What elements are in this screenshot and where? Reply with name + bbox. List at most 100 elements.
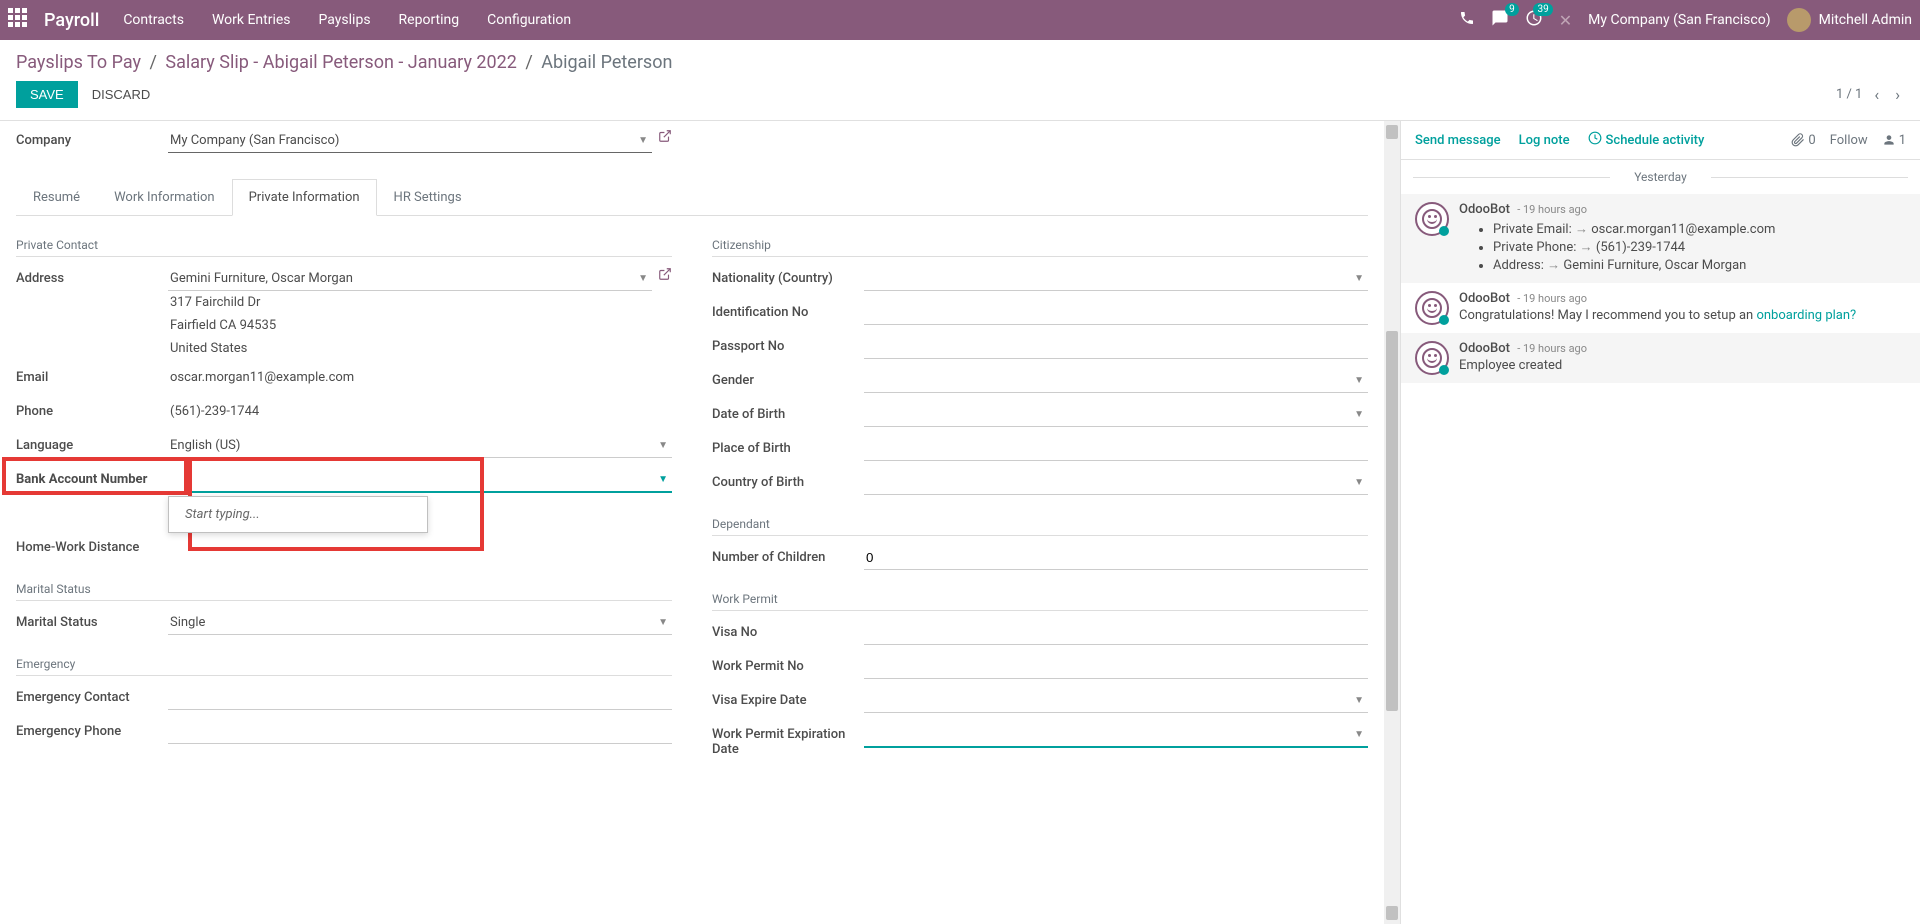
tab-hr-settings[interactable]: HR Settings <box>377 179 479 215</box>
nationality-select[interactable]: ▼ <box>864 267 1368 291</box>
chatter: Send message Log note Schedule activity … <box>1400 121 1920 924</box>
emergency-phone-input[interactable] <box>168 720 672 744</box>
user-menu[interactable]: Mitchell Admin <box>1787 8 1912 32</box>
visa-exp-input[interactable]: ▼ <box>864 689 1368 713</box>
scrollbar[interactable] <box>1384 121 1400 924</box>
company-label: Company <box>16 129 168 148</box>
company-select[interactable]: My Company (San Francisco) ▼ <box>168 129 652 153</box>
external-link-icon[interactable] <box>658 267 672 285</box>
pager-next-icon[interactable]: › <box>1891 85 1904 104</box>
message: OdooBot - 19 hours ago Employee created <box>1401 333 1920 383</box>
send-message-button[interactable]: Send message <box>1415 133 1501 148</box>
arrow-right-icon: → <box>1547 258 1560 273</box>
chevron-down-icon: ▼ <box>1354 477 1364 488</box>
tab-private-info[interactable]: Private Information <box>232 179 377 216</box>
language-label: Language <box>16 434 168 453</box>
attachment-button[interactable]: 0 <box>1791 133 1815 148</box>
chevron-down-icon: ▼ <box>658 440 668 451</box>
section-marital: Marital Status <box>16 582 672 601</box>
passport-label: Passport No <box>712 335 864 354</box>
bank-account-dropdown[interactable]: Start typing... <box>168 496 428 533</box>
external-link-icon[interactable] <box>658 129 672 147</box>
tab-resume[interactable]: Resumé <box>16 179 97 215</box>
nationality-label: Nationality (Country) <box>712 267 864 286</box>
top-nav: Payroll Contracts Work Entries Payslips … <box>0 0 1920 40</box>
section-dependant: Dependant <box>712 517 1368 536</box>
bank-account-select[interactable]: ▼ <box>168 468 672 493</box>
visa-input[interactable] <box>864 621 1368 645</box>
dob-input[interactable]: ▼ <box>864 403 1368 427</box>
email-label: Email <box>16 366 168 385</box>
chevron-down-icon: ▼ <box>1354 375 1364 386</box>
follow-button[interactable]: Follow <box>1830 133 1868 148</box>
message: OdooBot - 19 hours ago Congratulations! … <box>1401 283 1920 333</box>
emergency-contact-label: Emergency Contact <box>16 686 168 705</box>
visa-label: Visa No <box>712 621 864 640</box>
schedule-activity-button[interactable]: Schedule activity <box>1588 131 1705 149</box>
section-citizenship: Citizenship <box>712 238 1368 257</box>
discard-button[interactable]: DISCARD <box>78 81 165 108</box>
pager-prev-icon[interactable]: ‹ <box>1870 85 1883 104</box>
section-work-permit: Work Permit <box>712 592 1368 611</box>
clock-icon <box>1588 131 1602 149</box>
dob-label: Date of Birth <box>712 403 864 422</box>
section-private-contact: Private Contact <box>16 238 672 257</box>
bot-avatar-icon <box>1415 291 1449 325</box>
children-input[interactable] <box>864 546 1368 570</box>
permit-input[interactable] <box>864 655 1368 679</box>
passport-input[interactable] <box>864 335 1368 359</box>
arrow-right-icon: → <box>1575 222 1588 237</box>
message-author: OdooBot <box>1459 291 1510 306</box>
language-select[interactable]: English (US) ▼ <box>168 434 672 458</box>
message-author: OdooBot <box>1459 341 1510 356</box>
tab-work-info[interactable]: Work Information <box>97 179 232 215</box>
log-note-button[interactable]: Log note <box>1519 133 1570 148</box>
phone-icon[interactable] <box>1459 10 1475 30</box>
permit-exp-input[interactable]: ▼ <box>864 723 1368 748</box>
app-brand[interactable]: Payroll <box>44 10 99 31</box>
gender-select[interactable]: ▼ <box>864 369 1368 393</box>
cob-label: Country of Birth <box>712 471 864 490</box>
avatar <box>1787 8 1811 32</box>
email-value: oscar.morgan11@example.com <box>168 366 672 389</box>
chevron-down-icon: ▼ <box>638 135 648 146</box>
address-select[interactable]: Gemini Furniture, Oscar Morgan ▼ <box>168 267 652 291</box>
messages-icon[interactable]: 9 <box>1491 9 1509 31</box>
menu-work-entries[interactable]: Work Entries <box>212 12 291 28</box>
scroll-thumb[interactable] <box>1386 331 1398 711</box>
idno-label: Identification No <box>712 301 864 320</box>
pob-input[interactable] <box>864 437 1368 461</box>
message-time: - 19 hours ago <box>1517 203 1587 216</box>
idno-input[interactable] <box>864 301 1368 325</box>
bank-account-label: Bank Account Number <box>16 468 168 487</box>
arrow-right-icon: → <box>1580 240 1593 255</box>
close-x-icon[interactable]: ✕ <box>1559 11 1572 30</box>
menu-configuration[interactable]: Configuration <box>487 12 571 28</box>
emergency-contact-input[interactable] <box>168 686 672 710</box>
scroll-arrow-up <box>1386 125 1398 139</box>
followers-button[interactable]: 1 <box>1882 133 1906 148</box>
company-selector[interactable]: My Company (San Francisco) <box>1588 12 1770 28</box>
chevron-down-icon: ▼ <box>1354 273 1364 284</box>
save-button[interactable]: SAVE <box>16 81 78 108</box>
menu-contracts[interactable]: Contracts <box>123 12 184 28</box>
marital-select[interactable]: Single ▼ <box>168 611 672 635</box>
message-content: Congratulations! May I recommend you to … <box>1459 308 1906 323</box>
chevron-down-icon: ▼ <box>1354 409 1364 420</box>
message-author: OdooBot <box>1459 202 1510 217</box>
apps-icon[interactable] <box>8 8 32 32</box>
user-name: Mitchell Admin <box>1819 12 1912 28</box>
emergency-phone-label: Emergency Phone <box>16 720 168 739</box>
menu-payslips[interactable]: Payslips <box>319 12 371 28</box>
breadcrumb-mid[interactable]: Salary Slip - Abigail Peterson - January… <box>165 52 516 73</box>
scroll-arrow-down <box>1386 906 1398 920</box>
activities-badge: 39 <box>1533 3 1552 16</box>
activities-icon[interactable]: 39 <box>1525 9 1543 31</box>
marital-label: Marital Status <box>16 611 168 630</box>
menu-reporting[interactable]: Reporting <box>399 12 460 28</box>
chevron-down-icon: ▼ <box>1354 729 1364 740</box>
section-emergency: Emergency <box>16 657 672 676</box>
message-time: - 19 hours ago <box>1517 292 1587 305</box>
breadcrumb-root[interactable]: Payslips To Pay <box>16 52 141 73</box>
cob-select[interactable]: ▼ <box>864 471 1368 495</box>
